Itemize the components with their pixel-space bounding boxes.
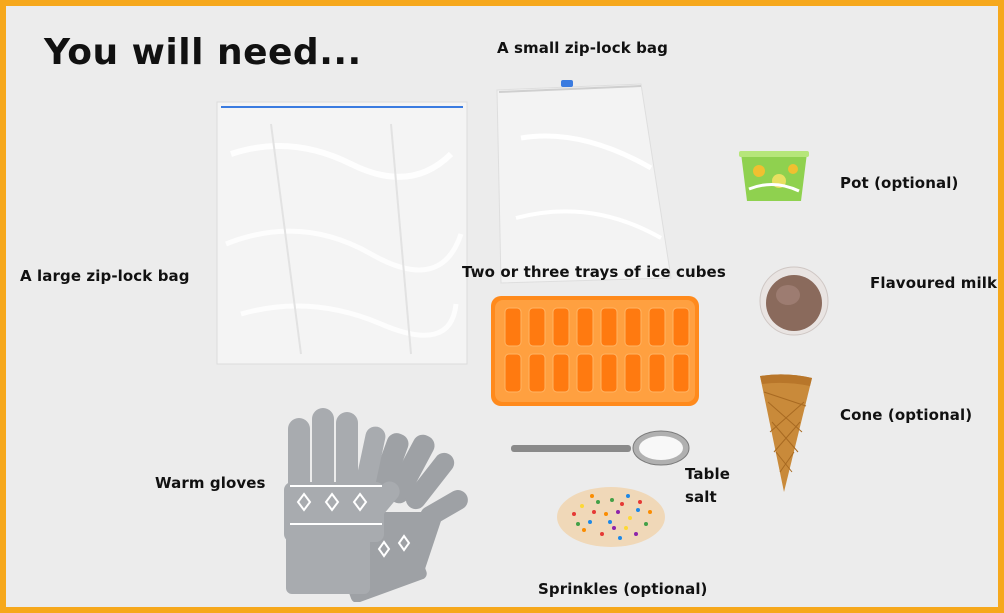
ice-cube-tray-image — [489, 294, 701, 408]
pot-image — [739, 149, 809, 205]
warm-gloves-image — [274, 402, 484, 602]
cone-image — [758, 372, 814, 494]
large-bag-label: A large zip-lock bag — [20, 267, 190, 285]
pot-label: Pot (optional) — [840, 174, 959, 192]
ice-trays-label: Two or three trays of ice cubes — [462, 263, 726, 281]
spoon-table-salt-image — [511, 428, 691, 468]
milk-label: Flavoured milk — [870, 274, 998, 292]
cone-label: Cone (optional) — [840, 406, 973, 424]
small-zip-lock-bag-image — [491, 78, 681, 288]
salt-label-line2: salt — [685, 488, 717, 506]
small-bag-label: A small zip-lock bag — [497, 39, 668, 57]
flavoured-milk-image — [758, 265, 830, 337]
sprinkles-label: Sprinkles (optional) — [538, 580, 708, 598]
salt-label-line1: Table — [685, 465, 730, 483]
gloves-label: Warm gloves — [155, 474, 266, 492]
page-frame: You will need... A large zip-lock bag A … — [6, 6, 998, 607]
large-zip-lock-bag-image — [211, 94, 473, 366]
page-title: You will need... — [44, 32, 362, 73]
sprinkles-image — [554, 484, 668, 550]
